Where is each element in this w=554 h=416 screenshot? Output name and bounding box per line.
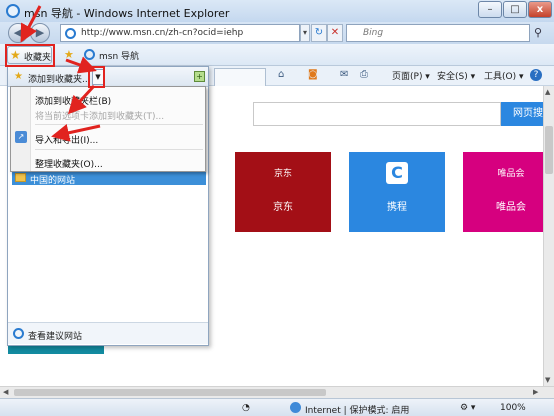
- favorites-panel-header: ★ 添加到收藏夹... ▼ +: [8, 67, 208, 87]
- scroll-up-icon[interactable]: ▲: [545, 88, 550, 96]
- protected-mode-icon[interactable]: ⚙ ▾: [460, 403, 475, 413]
- scroll-down-icon[interactable]: ▼: [545, 376, 550, 384]
- tile-vip[interactable]: 唯品会 唯品会: [463, 152, 543, 232]
- tools-menu[interactable]: 工具(O) ▾: [484, 69, 524, 82]
- mail-icon[interactable]: ✉: [340, 69, 348, 80]
- favorites-panel-footer: 查看建议网站: [8, 322, 208, 344]
- add-favorites-menu: 添加到收藏夹栏(B) 将当前选项卡添加到收藏夹(T)... ↗ 导入和导出(I)…: [10, 86, 206, 172]
- vertical-scroll-thumb[interactable]: [545, 126, 553, 174]
- favorites-folder-row[interactable]: 中国的网站: [12, 171, 206, 186]
- page-icon: [65, 28, 76, 39]
- pin-panel-button[interactable]: +: [194, 71, 205, 82]
- menu-item-import-export[interactable]: 导入和导出(I)...: [35, 133, 98, 146]
- stop-button[interactable]: ✕: [327, 24, 343, 42]
- tile-caption: 京东: [273, 202, 293, 213]
- forward-button[interactable]: ▶: [30, 23, 50, 43]
- minimize-button[interactable]: –: [478, 1, 502, 18]
- status-bar: ◔ Internet | 保护模式: 启用 ⚙ ▾ 100%: [0, 398, 554, 416]
- home-icon[interactable]: ⌂: [278, 69, 284, 80]
- menu-item-add-current-tabs: 将当前选项卡添加到收藏夹(T)...: [35, 112, 165, 122]
- scroll-left-icon[interactable]: ◀: [3, 388, 8, 396]
- window-title: msn 导航 - Windows Internet Explorer: [24, 7, 230, 20]
- suggested-sites-link[interactable]: 查看建议网站: [28, 329, 82, 342]
- print-icon[interactable]: ⎙: [360, 69, 368, 80]
- suggested-sites-icon: [13, 328, 24, 339]
- page-menu[interactable]: 页面(P) ▾: [392, 69, 430, 82]
- favorites-link-msn[interactable]: msn 导航: [99, 49, 139, 62]
- web-search-input[interactable]: [253, 102, 501, 126]
- menu-separator: [35, 124, 203, 125]
- safety-menu[interactable]: 安全(S) ▾: [437, 69, 475, 82]
- title-bar: msn 导航 - Windows Internet Explorer – □ x: [0, 0, 554, 22]
- security-icon: ◔: [242, 403, 250, 413]
- new-tab[interactable]: [214, 68, 266, 86]
- site-icon: [84, 49, 95, 60]
- help-icon[interactable]: ?: [530, 69, 542, 81]
- vip-logo: 唯品会: [497, 169, 525, 179]
- horizontal-scroll-thumb[interactable]: [14, 389, 326, 396]
- url-dropdown-button[interactable]: ▾: [300, 24, 310, 42]
- close-button[interactable]: x: [528, 1, 552, 18]
- search-input[interactable]: Bing: [346, 24, 530, 42]
- scroll-right-icon[interactable]: ▶: [533, 388, 538, 396]
- menu-separator: [35, 149, 203, 150]
- rss-icon[interactable]: ◙: [308, 69, 318, 80]
- favorites-bar: ★ 收藏夹 ★ msn 导航: [0, 44, 554, 66]
- web-search-button[interactable]: 网页搜: [501, 102, 543, 126]
- menu-item-add-to-favorites-bar[interactable]: 添加到收藏夹栏(B): [35, 94, 111, 107]
- globe-icon: [290, 402, 301, 413]
- zone-status: Internet | 保护模式: 启用: [305, 406, 410, 416]
- menu-item-organize-favorites[interactable]: 整理收藏夹(O)...: [35, 157, 103, 170]
- folder-icon: [15, 173, 26, 182]
- favorites-button-label: 收藏夹: [24, 53, 52, 63]
- search-icon[interactable]: ⚲: [534, 26, 542, 39]
- search-placeholder: Bing: [363, 28, 384, 38]
- import-export-icon: ↗: [15, 131, 27, 143]
- add-to-favorites-bar-icon[interactable]: ★: [64, 48, 74, 61]
- favorites-button[interactable]: ★ 收藏夹: [7, 46, 52, 64]
- refresh-button[interactable]: ↻: [311, 24, 327, 42]
- add-favorite-icon: ★: [14, 71, 23, 82]
- jd-logo: 京东: [273, 169, 292, 179]
- ie-logo-icon: [6, 4, 20, 18]
- tile-caption: 携程: [387, 202, 407, 213]
- tile-caption: 唯品会: [496, 202, 526, 213]
- ctrip-logo-icon: C: [386, 162, 408, 184]
- vertical-scrollbar[interactable]: ▲ ▼: [543, 86, 554, 388]
- star-icon: ★: [10, 48, 21, 62]
- add-favorites-dropdown-button[interactable]: ▼: [92, 69, 104, 85]
- url-text: http://www.msn.cn/zh-cn?ocid=iehp: [81, 28, 244, 38]
- tile-jd[interactable]: 京东 京东: [235, 152, 331, 232]
- url-field[interactable]: http://www.msn.cn/zh-cn?ocid=iehp: [60, 24, 300, 42]
- add-to-favorites-button[interactable]: 添加到收藏夹...: [28, 72, 91, 85]
- back-button[interactable]: ◀: [8, 23, 28, 43]
- address-bar: ◀ ▶ http://www.msn.cn/zh-cn?ocid=iehp ▾ …: [0, 22, 554, 44]
- folder-label: 中国的网站: [30, 176, 76, 186]
- menu-gutter: [11, 87, 31, 171]
- tile-ctrip[interactable]: C 携程: [349, 152, 445, 232]
- horizontal-scrollbar[interactable]: ◀ ▶: [0, 386, 554, 398]
- zoom-level[interactable]: 100%: [500, 403, 526, 413]
- maximize-button[interactable]: □: [503, 1, 527, 18]
